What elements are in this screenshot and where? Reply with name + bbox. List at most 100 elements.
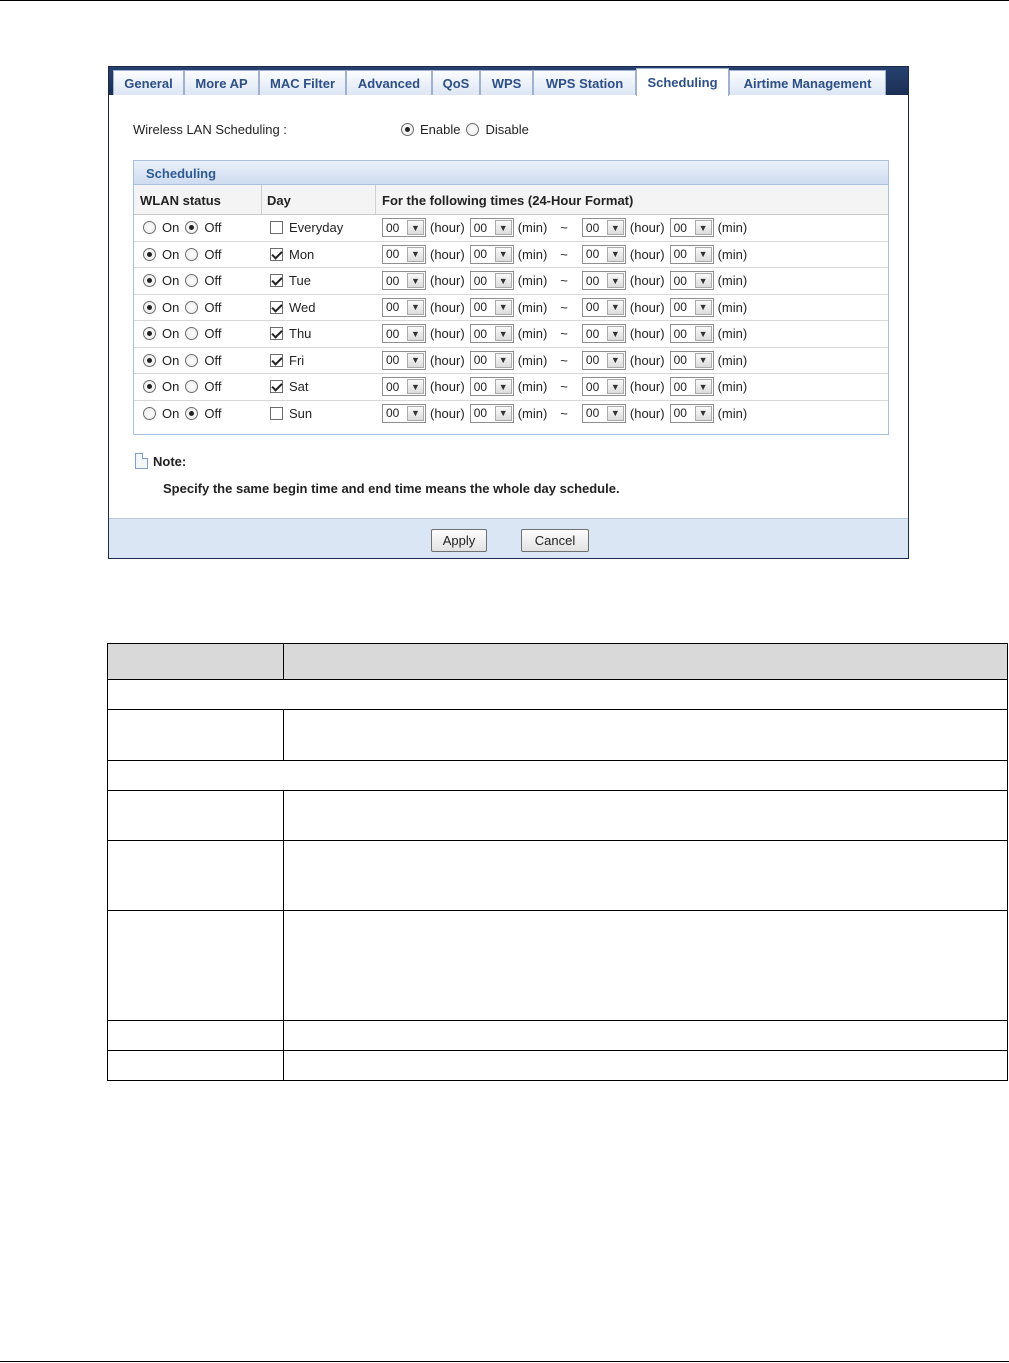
status-on-radio[interactable] bbox=[143, 406, 156, 420]
start-hour-select[interactable]: 00 ▼ bbox=[382, 271, 426, 290]
chevron-down-icon[interactable]: ▼ bbox=[407, 352, 424, 368]
chevron-down-icon[interactable]: ▼ bbox=[606, 326, 624, 341]
end-hour-select[interactable]: 00 ▼ bbox=[581, 350, 626, 370]
chevron-down-icon[interactable]: ▼ bbox=[494, 220, 512, 235]
chevron-down-icon[interactable]: ▼ bbox=[407, 220, 424, 235]
end-hour-select[interactable]: 00 ▼ bbox=[581, 403, 626, 423]
chevron-down-icon[interactable]: ▼ bbox=[494, 299, 512, 315]
end-hour-select[interactable]: 00 ▼ bbox=[581, 218, 626, 237]
chevron-down-icon[interactable]: ▼ bbox=[606, 299, 624, 315]
day-checkbox[interactable] bbox=[270, 274, 283, 287]
day-checkbox[interactable] bbox=[270, 406, 283, 420]
tab-airtime-management[interactable]: Airtime Management bbox=[729, 70, 886, 95]
tab-general[interactable]: General bbox=[113, 70, 184, 95]
disable-radio[interactable] bbox=[466, 123, 480, 136]
end-min-select[interactable]: 00 ▼ bbox=[669, 271, 714, 290]
chevron-down-icon[interactable]: ▼ bbox=[694, 246, 712, 262]
day-checkbox[interactable] bbox=[270, 221, 283, 234]
chevron-down-icon[interactable]: ▼ bbox=[407, 379, 424, 394]
chevron-down-icon[interactable]: ▼ bbox=[494, 326, 512, 341]
status-on-radio[interactable] bbox=[143, 221, 156, 234]
chevron-down-icon[interactable]: ▼ bbox=[494, 405, 512, 421]
end-hour-select[interactable]: 00 ▼ bbox=[581, 324, 626, 343]
status-off-radio[interactable] bbox=[185, 353, 199, 367]
chevron-down-icon[interactable]: ▼ bbox=[494, 246, 512, 262]
status-on-radio[interactable] bbox=[143, 300, 156, 314]
chevron-down-icon[interactable]: ▼ bbox=[494, 379, 512, 394]
start-min-select[interactable]: 00 ▼ bbox=[469, 350, 514, 370]
status-off-radio[interactable] bbox=[185, 221, 199, 234]
end-min-select[interactable]: 00 ▼ bbox=[669, 244, 714, 264]
chevron-down-icon[interactable]: ▼ bbox=[694, 405, 712, 421]
start-min-select[interactable]: 00 ▼ bbox=[469, 218, 514, 237]
status-on-radio[interactable] bbox=[143, 380, 156, 393]
chevron-down-icon[interactable]: ▼ bbox=[694, 220, 712, 235]
start-min-select[interactable]: 00 ▼ bbox=[469, 297, 514, 317]
tab-wps[interactable]: WPS bbox=[480, 70, 533, 95]
start-min-select[interactable]: 00 ▼ bbox=[469, 244, 514, 264]
chevron-down-icon[interactable]: ▼ bbox=[606, 352, 624, 368]
end-hour-select[interactable]: 00 ▼ bbox=[581, 297, 626, 317]
chevron-down-icon[interactable]: ▼ bbox=[694, 326, 712, 341]
start-min-select[interactable]: 00 ▼ bbox=[469, 324, 514, 343]
chevron-down-icon[interactable]: ▼ bbox=[606, 220, 624, 235]
status-off-radio[interactable] bbox=[185, 406, 199, 420]
status-on-radio[interactable] bbox=[143, 353, 156, 367]
status-off-radio[interactable] bbox=[185, 380, 199, 393]
status-on-radio[interactable] bbox=[143, 247, 156, 261]
chevron-down-icon[interactable]: ▼ bbox=[606, 273, 624, 288]
end-min-select[interactable]: 00 ▼ bbox=[669, 403, 714, 423]
day-checkbox[interactable] bbox=[270, 353, 283, 367]
tab-mac-filter[interactable]: MAC Filter bbox=[259, 70, 346, 95]
start-hour-select[interactable]: 00 ▼ bbox=[382, 297, 426, 317]
start-min-select[interactable]: 00 ▼ bbox=[469, 377, 514, 396]
chevron-down-icon[interactable]: ▼ bbox=[694, 273, 712, 288]
start-min-select[interactable]: 00 ▼ bbox=[469, 271, 514, 290]
tab-advanced[interactable]: Advanced bbox=[346, 70, 432, 95]
start-hour-select[interactable]: 00 ▼ bbox=[382, 350, 426, 370]
end-hour-select[interactable]: 00 ▼ bbox=[581, 377, 626, 396]
day-checkbox[interactable] bbox=[270, 380, 283, 393]
chevron-down-icon[interactable]: ▼ bbox=[494, 273, 512, 288]
tab-wps-station[interactable]: WPS Station bbox=[533, 70, 636, 95]
tab-qos[interactable]: QoS bbox=[432, 70, 480, 95]
start-hour-select[interactable]: 00 ▼ bbox=[382, 377, 426, 396]
end-hour-select[interactable]: 00 ▼ bbox=[581, 271, 626, 290]
day-checkbox[interactable] bbox=[270, 247, 283, 261]
start-hour-select[interactable]: 00 ▼ bbox=[382, 218, 426, 237]
apply-button[interactable]: Apply bbox=[431, 529, 487, 552]
end-min-select[interactable]: 00 ▼ bbox=[669, 350, 714, 370]
status-on-radio[interactable] bbox=[143, 327, 156, 340]
cancel-button[interactable]: Cancel bbox=[521, 529, 589, 552]
end-min-select[interactable]: 00 ▼ bbox=[669, 324, 714, 343]
start-hour-select[interactable]: 00 ▼ bbox=[382, 403, 426, 423]
chevron-down-icon[interactable]: ▼ bbox=[407, 299, 424, 315]
chevron-down-icon[interactable]: ▼ bbox=[407, 405, 424, 421]
chevron-down-icon[interactable]: ▼ bbox=[694, 379, 712, 394]
chevron-down-icon[interactable]: ▼ bbox=[407, 246, 424, 262]
status-off-radio[interactable] bbox=[185, 247, 199, 261]
day-checkbox[interactable] bbox=[270, 327, 283, 340]
end-hour-select[interactable]: 00 ▼ bbox=[581, 244, 626, 264]
end-min-select[interactable]: 00 ▼ bbox=[669, 218, 714, 237]
start-hour-select[interactable]: 00 ▼ bbox=[382, 324, 426, 343]
chevron-down-icon[interactable]: ▼ bbox=[606, 246, 624, 262]
end-min-select[interactable]: 00 ▼ bbox=[669, 377, 714, 396]
chevron-down-icon[interactable]: ▼ bbox=[606, 405, 624, 421]
tab-more-ap[interactable]: More AP bbox=[184, 70, 259, 95]
start-hour-select[interactable]: 00 ▼ bbox=[382, 244, 426, 264]
day-checkbox[interactable] bbox=[270, 300, 283, 314]
chevron-down-icon[interactable]: ▼ bbox=[694, 352, 712, 368]
status-off-radio[interactable] bbox=[185, 300, 199, 314]
chevron-down-icon[interactable]: ▼ bbox=[494, 352, 512, 368]
chevron-down-icon[interactable]: ▼ bbox=[606, 379, 624, 394]
status-off-radio[interactable] bbox=[185, 327, 199, 340]
chevron-down-icon[interactable]: ▼ bbox=[694, 299, 712, 315]
chevron-down-icon[interactable]: ▼ bbox=[407, 326, 424, 341]
end-min-select[interactable]: 00 ▼ bbox=[669, 297, 714, 317]
start-min-select[interactable]: 00 ▼ bbox=[469, 403, 514, 423]
status-off-radio[interactable] bbox=[185, 274, 199, 287]
enable-radio[interactable] bbox=[401, 123, 414, 136]
tab-scheduling[interactable]: Scheduling bbox=[636, 68, 729, 96]
chevron-down-icon[interactable]: ▼ bbox=[407, 273, 424, 288]
